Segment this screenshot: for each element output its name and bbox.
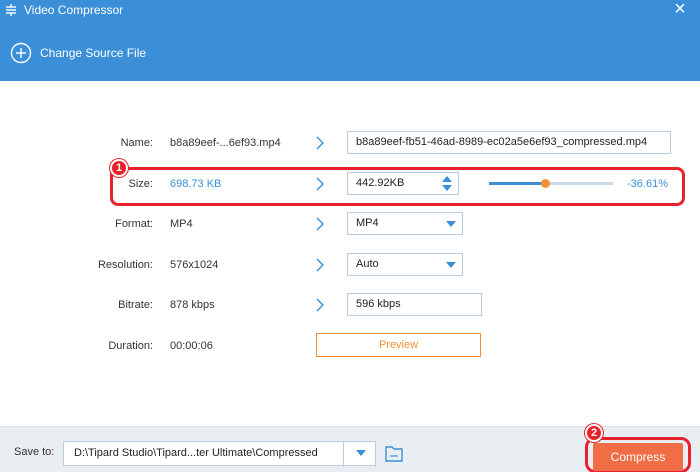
format-select[interactable]: MP4 bbox=[347, 212, 463, 235]
chevron-right-icon bbox=[316, 298, 324, 312]
plus-circle-icon bbox=[10, 42, 32, 64]
resolution-source-value: 576x1024 bbox=[170, 259, 219, 271]
save-path-value: D:\Tipard Studio\Tipard...ter Ultimate\C… bbox=[74, 447, 318, 459]
format-selected-value: MP4 bbox=[356, 217, 379, 229]
app-icon bbox=[6, 4, 16, 16]
bitrate-field[interactable]: 596 kbps bbox=[347, 293, 482, 316]
size-highlight-box bbox=[110, 167, 685, 206]
save-path-select[interactable]: D:\Tipard Studio\Tipard...ter Ultimate\C… bbox=[63, 441, 376, 466]
preview-button[interactable]: Preview bbox=[316, 333, 481, 357]
chevron-right-icon bbox=[316, 217, 324, 231]
compress-button[interactable]: Compress bbox=[593, 443, 683, 471]
compressor-form: Name: b8a89eef-...6ef93.mp4 b8a89eef-fb5… bbox=[0, 81, 700, 426]
save-to-label: Save to: bbox=[14, 446, 55, 458]
name-label: Name: bbox=[120, 137, 153, 149]
bitrate-source-value: 878 kbps bbox=[170, 299, 215, 311]
duration-label: Duration: bbox=[108, 340, 153, 352]
title-bar: Video Compressor × bbox=[0, 0, 700, 20]
step-1-badge: 1 bbox=[110, 159, 128, 177]
chevron-down-icon bbox=[446, 262, 456, 268]
window-title: Video Compressor bbox=[24, 3, 124, 17]
step-2-badge: 2 bbox=[585, 424, 603, 442]
name-source-value: b8a89eef-...6ef93.mp4 bbox=[170, 137, 281, 149]
chevron-down-icon bbox=[446, 221, 456, 227]
resolution-label: Resolution: bbox=[97, 259, 153, 271]
change-source-file-button[interactable]: Change Source File bbox=[10, 42, 146, 64]
format-label: Format: bbox=[115, 218, 153, 230]
chevron-right-icon bbox=[316, 258, 324, 272]
output-name-field[interactable]: b8a89eef-fb51-46ad-8989-ec02a5e6ef93_com… bbox=[347, 131, 671, 154]
resolution-select[interactable]: Auto bbox=[347, 253, 463, 276]
close-icon[interactable]: × bbox=[670, 0, 690, 20]
format-source-value: MP4 bbox=[170, 218, 193, 230]
resolution-selected-value: Auto bbox=[356, 258, 379, 270]
chevron-right-icon bbox=[316, 136, 324, 150]
change-source-file-label: Change Source File bbox=[40, 46, 147, 60]
folder-icon[interactable] bbox=[384, 442, 404, 464]
footer-bar: Save to: D:\Tipard Studio\Tipard...ter U… bbox=[0, 424, 700, 472]
bitrate-label: Bitrate: bbox=[118, 299, 153, 311]
chevron-down-icon bbox=[356, 450, 366, 456]
toolbar: Change Source File bbox=[0, 20, 700, 81]
save-path-dropdown[interactable] bbox=[343, 441, 376, 466]
duration-value: 00:00:06 bbox=[170, 340, 213, 352]
